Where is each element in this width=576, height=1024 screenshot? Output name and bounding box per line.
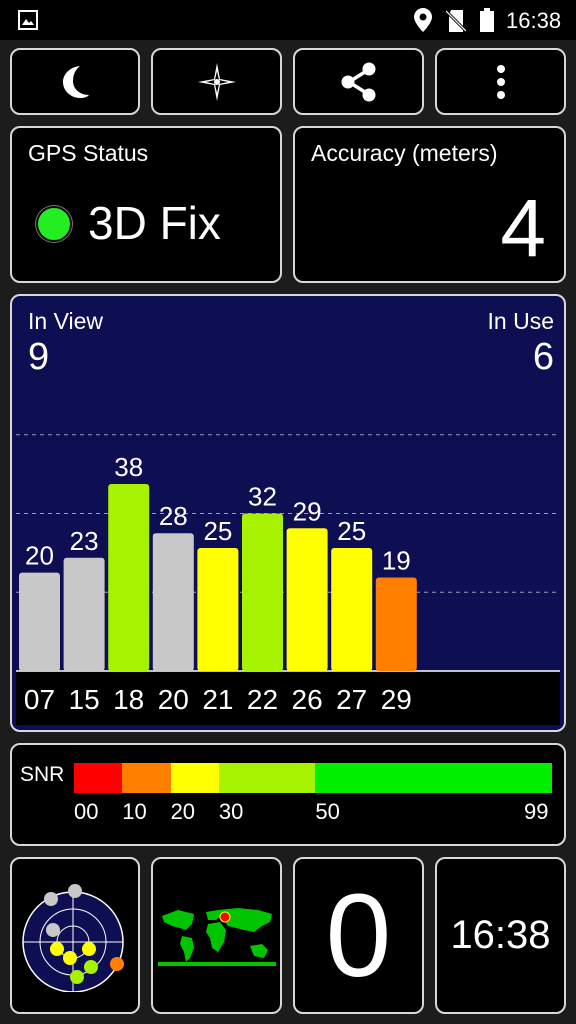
snr-bar-27 [331, 547, 373, 671]
clock-time: 16:38 [450, 913, 551, 957]
snr-bar-chart: 20 07 23 15 38 18 28 20 25 21 32 22 29 26 25 27 19 29 [16, 434, 560, 725]
moon-icon [63, 65, 89, 98]
share-button[interactable] [293, 48, 424, 115]
bar-value-label: 38 [114, 452, 143, 482]
bar-value-label: 25 [203, 516, 232, 546]
snr-tick-label: 00 [74, 799, 99, 824]
bar-value-label: 29 [293, 496, 322, 526]
snr-segment [170, 763, 219, 793]
snr-tick-label: 50 [315, 799, 340, 824]
sky-radar-icon [22, 883, 124, 992]
status-bar: 16:38 [0, 0, 576, 40]
fix-indicator [36, 206, 72, 242]
app-screen: GPS Status 3D Fix Accuracy (meters) 4 In… [0, 40, 576, 1024]
satellite-id-label: 18 [113, 684, 144, 715]
gps-fix-value: 3D Fix [88, 197, 221, 249]
satellite-id-label: 21 [202, 684, 233, 715]
sky-view-button[interactable] [10, 857, 140, 1014]
image-notification-icon [18, 10, 38, 30]
snr-bar-15 [63, 557, 105, 671]
snr-segment [315, 763, 552, 793]
snr-tick-label: 30 [218, 799, 244, 824]
snr-label: SNR [20, 763, 65, 786]
accuracy-title: Accuracy (meters) [311, 140, 498, 166]
satellite-id-label: 29 [381, 684, 412, 715]
snr-bar-29 [375, 577, 417, 671]
bar-value-label: 20 [25, 541, 54, 571]
snr-bar-26 [286, 528, 328, 671]
snr-tick-label: 99 [524, 799, 549, 824]
status-time: 16:38 [506, 8, 562, 33]
share-icon [341, 62, 375, 101]
satellite-signal-panel: In View 9 In Use 6 20 07 23 15 38 18 28 20 25 21 3… [10, 294, 566, 732]
snr-tick-label: 20 [170, 799, 196, 824]
gps-status-panel: GPS Status 3D Fix [10, 126, 282, 283]
location-icon [414, 8, 432, 32]
satellite-id-label: 26 [292, 684, 323, 715]
speed-value: 0 [325, 869, 392, 1002]
snr-color-scale [74, 763, 552, 793]
satellite-id-label: 20 [158, 684, 189, 715]
snr-legend-panel: SNR 00 10 20 30 50 99 [10, 743, 566, 846]
satellite-id-label: 07 [24, 684, 55, 715]
bar-value-label: 23 [70, 526, 99, 556]
satellite-id-label: 27 [336, 684, 367, 715]
bar-value-label: 28 [159, 501, 188, 531]
night-mode-button[interactable] [10, 48, 140, 115]
snr-bar-22 [242, 513, 283, 671]
snr-segment [74, 763, 123, 793]
compass-star-icon [197, 62, 236, 101]
speed-tile[interactable]: 0 [293, 857, 424, 1014]
snr-bar-20 [152, 533, 194, 671]
battery-icon [480, 8, 494, 32]
accuracy-panel: Accuracy (meters) 4 [293, 126, 566, 283]
snr-tick-label: 10 [122, 799, 147, 824]
snr-segment [122, 763, 171, 793]
snr-bar-18 [108, 483, 150, 671]
snr-segment [218, 763, 316, 793]
bar-value-label: 19 [382, 545, 411, 575]
snr-bar-21 [197, 547, 239, 671]
accuracy-value: 4 [500, 183, 546, 274]
satellite-id-label: 22 [247, 684, 278, 715]
satellite-id-label: 15 [69, 684, 100, 715]
compass-button[interactable] [151, 48, 282, 115]
clock-tile[interactable]: 16:38 [435, 857, 566, 1014]
overflow-menu-icon [496, 64, 505, 99]
map-view-button[interactable] [151, 857, 282, 1014]
no-sim-icon [446, 9, 466, 33]
gps-status-title: GPS Status [28, 140, 149, 166]
world-map-icon [157, 907, 276, 966]
bar-value-label: 32 [248, 482, 277, 512]
more-options-button[interactable] [435, 48, 566, 115]
snr-bar-07 [19, 572, 60, 671]
bar-value-label: 25 [337, 516, 366, 546]
